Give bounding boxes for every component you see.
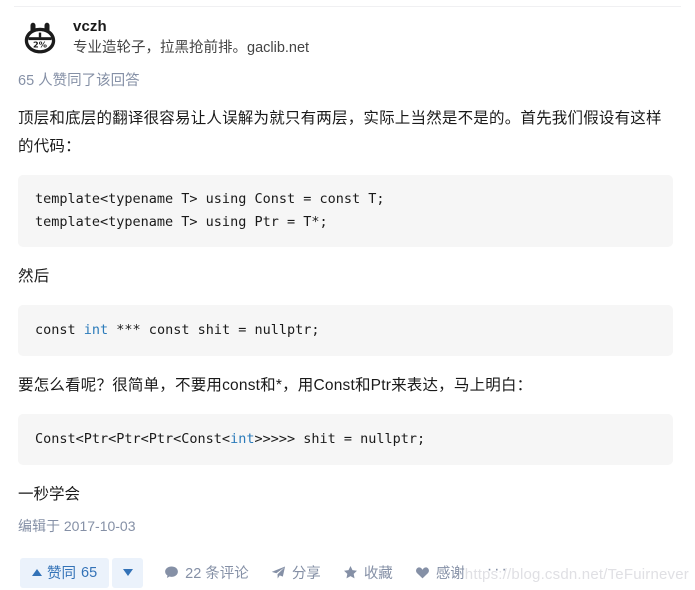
downvote-button[interactable] bbox=[112, 557, 144, 588]
code-line: Const<Ptr<Ptr<Ptr<Const<int>>>>> shit = … bbox=[35, 428, 656, 451]
code-line: template<typename T> using Const = const… bbox=[35, 191, 385, 207]
edit-timestamp: 编辑于 2017-10-03 bbox=[18, 518, 136, 534]
vote-group: 赞同 65 bbox=[20, 557, 144, 588]
paper-plane-icon bbox=[271, 565, 286, 580]
code-text: const bbox=[35, 322, 84, 338]
author-row: 2% vczh 专业造轮子，拉黑抢前排。gaclib.net bbox=[18, 16, 677, 60]
voters-count-label: 65 人赞同了该回答 bbox=[18, 73, 140, 89]
answer-paragraph-1: 顶层和底层的翻译很容易让人误解为就只有两层，实际上当然是不是的。首先我们假设有这… bbox=[18, 110, 662, 155]
code-keyword: int bbox=[83, 322, 109, 338]
comment-button[interactable]: 22 条评论 bbox=[164, 558, 249, 588]
favorite-button[interactable]: 收藏 bbox=[343, 558, 393, 588]
answer-paragraph-3: 要怎么看呢？很简单，不要用const和*，用Const和Ptr来表达，马上明白： bbox=[18, 377, 533, 394]
answer-closing-line: 一秒学会 bbox=[18, 486, 81, 503]
author-bio: 专业造轮子，拉黑抢前排。gaclib.net bbox=[73, 40, 310, 56]
comment-label: 22 条评论 bbox=[185, 566, 249, 582]
triangle-up-icon bbox=[32, 569, 42, 576]
triangle-down-icon bbox=[122, 569, 133, 576]
code-line: const int *** const shit = nullptr; bbox=[35, 319, 656, 342]
code-text: *** const shit = nullptr; bbox=[108, 322, 320, 338]
code-text: Const<Ptr<Ptr<Ptr<Const< bbox=[35, 431, 231, 447]
share-button[interactable]: 分享 bbox=[271, 558, 321, 588]
author-meta: vczh 专业造轮子，拉黑抢前排。gaclib.net bbox=[73, 16, 309, 59]
answer-page: 2% vczh 专业造轮子，拉黑抢前排。gaclib.net 65 人赞同了该回… bbox=[0, 0, 695, 588]
code-block-1: template<typename T> using Const = const… bbox=[18, 175, 673, 247]
thanks-label: 感谢 bbox=[435, 566, 465, 582]
upvote-count: 65 bbox=[81, 564, 98, 581]
share-label: 分享 bbox=[291, 566, 321, 582]
top-divider bbox=[14, 6, 681, 7]
author-name[interactable]: vczh bbox=[73, 17, 309, 37]
upvote-label: 赞同 bbox=[47, 566, 76, 582]
code-line: template<typename T> using Ptr = T*; bbox=[35, 214, 328, 230]
heart-icon bbox=[415, 565, 430, 580]
svg-text:2%: 2% bbox=[33, 40, 47, 50]
answer-paragraph-2: 然后 bbox=[18, 268, 50, 285]
rabbit-2-percent-avatar-icon[interactable]: 2% bbox=[18, 16, 62, 60]
code-block-3: Const<Ptr<Ptr<Ptr<Const<int>>>>> shit = … bbox=[18, 414, 673, 465]
answer-body: 2% vczh 专业造轮子，拉黑抢前排。gaclib.net 65 人赞同了该回… bbox=[0, 0, 695, 590]
code-keyword: int bbox=[230, 431, 255, 447]
comment-bubble-icon bbox=[164, 565, 179, 580]
code-text: >>>>> shit = nullptr; bbox=[254, 431, 426, 447]
favorite-label: 收藏 bbox=[363, 566, 393, 582]
thanks-button[interactable]: 感谢 bbox=[415, 558, 465, 588]
upvote-button[interactable]: 赞同 65 bbox=[20, 557, 110, 588]
star-icon bbox=[343, 565, 358, 580]
code-block-2: const int *** const shit = nullptr; bbox=[18, 305, 673, 356]
